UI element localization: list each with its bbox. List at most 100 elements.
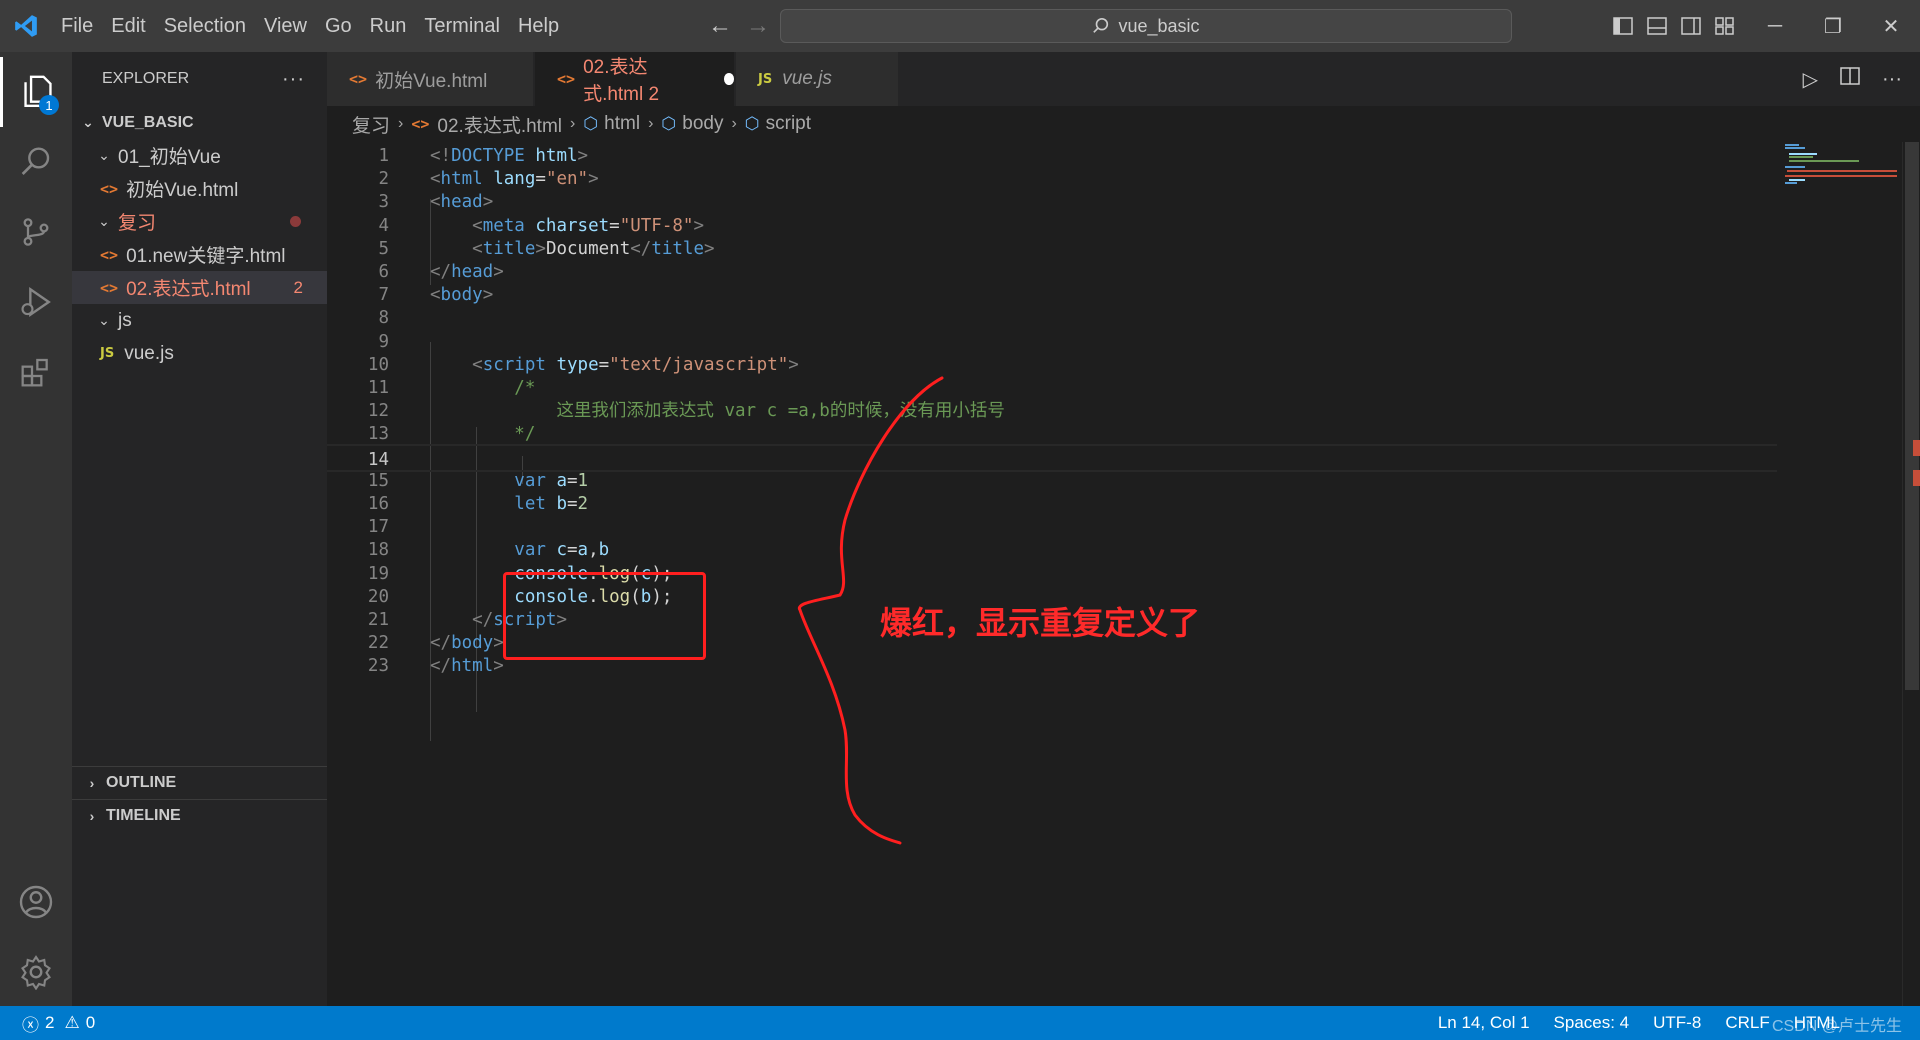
toggle-secondary-sidebar-icon[interactable] — [1680, 16, 1702, 36]
encoding[interactable]: UTF-8 — [1653, 1013, 1701, 1033]
explorer-header: EXPLORER ··· — [72, 52, 327, 106]
source-control-icon[interactable] — [0, 197, 72, 267]
chevron-right-icon: › — [398, 115, 404, 132]
settings-gear-icon[interactable] — [0, 937, 72, 1007]
tab-label: 02.表达式.html 2 — [583, 57, 660, 105]
outline-section[interactable]: › OUTLINE — [72, 766, 327, 799]
menu-help[interactable]: Help — [509, 0, 568, 52]
watermark: CSDN @卢士先生 — [1771, 1018, 1902, 1035]
tab-vue-js[interactable]: JS vue.js — [736, 52, 899, 106]
customize-layout-icon[interactable] — [1714, 16, 1736, 36]
tree-file[interactable]: JS vue.js — [72, 337, 327, 370]
command-center-search[interactable]: vue_basic — [780, 9, 1512, 43]
menu-edit[interactable]: Edit — [102, 0, 154, 52]
timeline-section[interactable]: › TIMELINE — [72, 799, 327, 832]
navigation-arrows: ← → — [708, 0, 770, 52]
tab-expression-html[interactable]: <> 02.表达式.html 2 — [535, 52, 735, 106]
modified-dot-icon — [290, 216, 301, 227]
html-file-icon: <> — [100, 179, 119, 198]
breadcrumb-script[interactable]: script — [766, 113, 811, 135]
minimize-icon[interactable]: ─ — [1746, 0, 1804, 52]
run-icon[interactable]: ▷ — [1803, 67, 1818, 92]
symbol-element-icon: ⬡ — [744, 114, 760, 133]
html-file-icon: <> — [100, 245, 119, 264]
extensions-icon[interactable] — [0, 337, 72, 407]
more-actions-icon[interactable]: ··· — [282, 68, 305, 91]
minimap[interactable] — [1782, 142, 1902, 202]
chevron-right-icon: › — [89, 808, 95, 824]
layout-controls — [1612, 0, 1736, 52]
end-of-line[interactable]: CRLF — [1725, 1013, 1769, 1033]
error-highlight-box — [503, 572, 706, 660]
split-editor-icon[interactable] — [1840, 67, 1860, 91]
activity-bar: 1 — [0, 52, 72, 1006]
tree-item-label: vue.js — [124, 342, 174, 364]
tree-file[interactable]: <> 01.new关键字.html — [72, 238, 327, 271]
tree-folder[interactable]: ⌄ 复习 — [72, 205, 327, 238]
tree-item-label: 复习 — [118, 213, 157, 234]
tab-label: 初始Vue.html — [375, 70, 488, 92]
tab-bar: <> 初始Vue.html <> 02.表达式.html 2 JS vue.js… — [327, 52, 1920, 106]
breadcrumb-file[interactable]: 02.表达式.html — [437, 111, 562, 138]
scroll-thumb[interactable] — [1905, 142, 1919, 690]
run-debug-icon[interactable] — [0, 267, 72, 337]
vertical-scrollbar[interactable] — [1902, 142, 1920, 1006]
warning-count: 0 — [85, 1013, 96, 1032]
chevron-down-icon: ⌄ — [98, 312, 110, 328]
warning-icon: ⚠ — [64, 1013, 80, 1032]
tree-item-label: 初始Vue.html — [126, 180, 239, 201]
tree-file[interactable]: <> 02.表达式.html 2 — [72, 271, 327, 304]
explorer-badge: 1 — [39, 95, 59, 115]
menu-selection[interactable]: Selection — [155, 0, 255, 52]
problems-indicator[interactable]: ⓧ 2 ⚠ 0 — [0, 1011, 95, 1036]
explorer-sidebar: EXPLORER ··· ⌄ VUE_BASIC ⌄ 01_初始Vue <> 初始Vu… — [72, 52, 327, 1006]
breadcrumb-body[interactable]: body — [682, 113, 723, 135]
workspace-root-label: VUE_BASIC — [102, 113, 194, 131]
menu-view[interactable]: View — [255, 0, 316, 52]
js-file-icon: JS — [758, 71, 773, 87]
toggle-panel-icon[interactable] — [1646, 16, 1668, 36]
toggle-primary-sidebar-icon[interactable] — [1612, 16, 1634, 36]
search-icon[interactable] — [0, 127, 72, 197]
outline-label: OUTLINE — [106, 774, 177, 791]
breadcrumb-folder[interactable]: 复习 — [352, 111, 390, 138]
code-text: </html> — [430, 656, 504, 677]
workspace-root[interactable]: ⌄ VUE_BASIC — [72, 106, 327, 139]
indentation[interactable]: Spaces: 4 — [1554, 1013, 1630, 1033]
explorer-icon[interactable]: 1 — [0, 57, 72, 127]
more-actions-icon[interactable]: ··· — [1882, 68, 1902, 91]
tree-item-label: 01_初始Vue — [118, 147, 221, 168]
tree-item-label: 02.表达式.html — [126, 279, 251, 300]
tree-item-label: 01.new关键字.html — [126, 246, 286, 267]
tree-file[interactable]: <> 初始Vue.html — [72, 172, 327, 205]
tree-folder[interactable]: ⌄ js — [72, 304, 327, 337]
back-arrow-icon[interactable]: ← — [708, 12, 732, 40]
unsaved-dot-icon[interactable] — [723, 73, 734, 85]
search-icon — [1093, 17, 1109, 33]
html-file-icon: <> — [411, 115, 430, 133]
menu-bar: File Edit Selection View Go Run Terminal Help — [52, 0, 568, 52]
cursor-position[interactable]: Ln 14, Col 1 — [1438, 1013, 1530, 1033]
error-count-badge: 2 — [293, 277, 303, 297]
menu-go[interactable]: Go — [316, 0, 361, 52]
error-count: 2 — [45, 1013, 55, 1032]
restore-icon[interactable]: ❐ — [1804, 0, 1862, 52]
menu-run[interactable]: Run — [361, 0, 416, 52]
editor-group: <> 初始Vue.html <> 02.表达式.html 2 JS vue.js… — [327, 52, 1920, 1006]
breadcrumb-html[interactable]: html — [604, 113, 640, 135]
chevron-right-icon: › — [731, 115, 737, 132]
tree-folder[interactable]: ⌄ 01_初始Vue — [72, 139, 327, 172]
menu-terminal[interactable]: Terminal — [415, 0, 509, 52]
tree-item-label: js — [118, 309, 132, 331]
chevron-down-icon: ⌄ — [82, 114, 94, 130]
explorer-title: EXPLORER — [102, 70, 190, 87]
status-bar: ⓧ 2 ⚠ 0 Ln 14, Col 1 Spaces: 4 UTF-8 CRL… — [0, 1006, 1920, 1040]
tab-initial-vue-html[interactable]: <> 初始Vue.html — [327, 52, 534, 106]
forward-arrow-icon[interactable]: → — [746, 12, 770, 40]
close-icon[interactable]: ✕ — [1862, 0, 1920, 52]
vscode-logo-icon — [0, 0, 52, 52]
accounts-icon[interactable] — [0, 867, 72, 937]
chevron-right-icon: › — [570, 115, 576, 132]
breadcrumb: 复习 › <> 02.表达式.html › ⬡ html › ⬡ body › … — [327, 106, 811, 142]
menu-file[interactable]: File — [52, 0, 102, 52]
